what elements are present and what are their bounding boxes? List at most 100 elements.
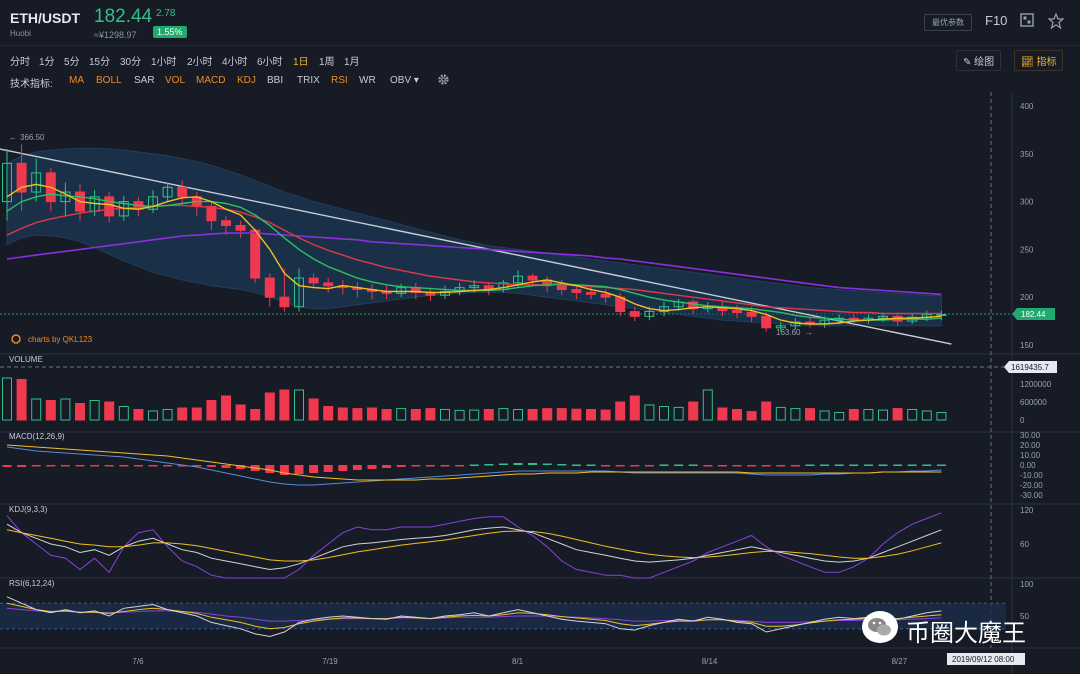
macd-histogram-bar	[571, 464, 581, 466]
macd-histogram-bar	[878, 464, 888, 466]
timeframe-tab-active[interactable]: 1日	[293, 53, 309, 68]
indicator-obv[interactable]: OBV ▾	[390, 75, 419, 86]
macd-histogram-bar	[396, 465, 406, 467]
macd-histogram-bar	[761, 465, 771, 467]
draw-button[interactable]: ✎ 绘图	[956, 50, 1002, 71]
volume-bar	[469, 409, 480, 421]
volume-bar	[191, 407, 202, 421]
macd-histogram-bar	[206, 465, 216, 467]
wechat-icon	[862, 611, 898, 643]
timeframe-tab[interactable]: 4小时	[222, 53, 248, 68]
high-arrow-icon: ←	[9, 133, 17, 142]
candle-body	[586, 291, 596, 295]
volume-axis-label: 600000	[1020, 398, 1047, 407]
indicator-ma[interactable]: MA	[69, 75, 84, 86]
volume-bar	[805, 408, 815, 421]
volume-bar	[45, 400, 56, 421]
volume-bar	[921, 410, 932, 421]
macd-histogram-bar	[805, 464, 815, 466]
timeframe-tab[interactable]: 1分	[39, 53, 55, 68]
volume-bar	[118, 406, 129, 421]
star-icon[interactable]	[1047, 12, 1065, 32]
indicator-rsi[interactable]: RSI	[331, 75, 348, 86]
kdj-panel	[6, 512, 942, 579]
macd-histogram-bar	[674, 464, 684, 466]
indicator-macd[interactable]: MACD	[196, 75, 225, 86]
low-arrow-icon: →	[805, 328, 813, 337]
candle-body	[746, 311, 757, 317]
macd-histogram-bar	[133, 465, 143, 467]
volume-bar	[206, 400, 217, 421]
chart-area[interactable]: 4003503002502001501800000120000060000003…	[0, 92, 1080, 674]
macd-histogram-bar	[863, 464, 873, 466]
indicator-wr[interactable]: WR	[359, 75, 376, 86]
timeframe-tab[interactable]: 1月	[344, 53, 360, 68]
volume-title: VOLUME	[9, 355, 43, 364]
indicator-kdj[interactable]: KDJ	[237, 75, 256, 86]
indicator-vol[interactable]: VOL	[165, 75, 185, 86]
timeframe-tab[interactable]: 1周	[319, 53, 335, 68]
macd-histogram-bar	[163, 465, 173, 467]
volume-bar	[352, 408, 363, 421]
volume-bar	[600, 409, 611, 421]
volume-bar	[337, 407, 348, 421]
timeframe-tab[interactable]: 15分	[89, 53, 110, 68]
price-axis-label: 150	[1020, 341, 1034, 350]
volume-bar	[790, 408, 801, 421]
volume-bar	[848, 409, 859, 421]
timeframe-tab[interactable]: 30分	[120, 53, 141, 68]
time-cursor-label: 2019/09/12 08:00	[952, 655, 1015, 664]
f10-button[interactable]: F10	[985, 13, 1007, 28]
macd-histogram-bar	[659, 464, 669, 466]
macd-histogram-bar	[922, 464, 932, 466]
indicator-button[interactable]: 📈︎ 指标	[1014, 50, 1064, 71]
fullscreen-icon[interactable]	[1020, 13, 1034, 30]
indicator-bar: 技术指标: MA BOLL SAR VOL MACD KDJ BBI TRIX …	[0, 70, 1080, 92]
indicator-bbi[interactable]: BBI	[267, 75, 283, 86]
volume-bar	[819, 410, 830, 421]
macd-axis-label: -20.00	[1020, 481, 1043, 490]
volume-bar	[221, 395, 231, 421]
volume-bar	[250, 409, 261, 421]
candle-body	[571, 289, 582, 293]
indicator-boll[interactable]: BOLL	[96, 75, 122, 86]
volume-bar	[425, 408, 436, 421]
volume-bar	[892, 408, 903, 421]
volume-bar	[878, 409, 888, 421]
macd-title: MACD(12,26,9)	[9, 432, 65, 441]
candle-body	[206, 205, 217, 222]
macd-histogram-bar	[265, 465, 275, 473]
volume-bar	[31, 398, 42, 421]
kdj-title: KDJ(9,3,3)	[9, 505, 48, 514]
optimal-params-button[interactable]: 最优参数	[924, 14, 972, 31]
timeframe-tab[interactable]: 1小时	[151, 53, 177, 68]
volume-bar	[775, 406, 786, 421]
timeframe-tab[interactable]: 5分	[64, 53, 80, 68]
pair-symbol[interactable]: ETH/USDT	[10, 10, 80, 26]
timeframe-tab[interactable]: 2小时	[187, 53, 213, 68]
indicator-sar[interactable]: SAR	[134, 75, 155, 86]
timeframe-tab[interactable]: 分时	[10, 53, 30, 68]
candle-body	[629, 311, 640, 317]
kdj-axis-label: 120	[1020, 506, 1034, 515]
volume-bar	[571, 408, 582, 421]
macd-histogram-bar	[90, 465, 100, 467]
volume-bar	[133, 409, 144, 421]
volume-bar	[16, 379, 27, 421]
macd-histogram-bar	[703, 465, 713, 467]
macd-histogram-bar	[615, 465, 625, 467]
macd-histogram-bar	[834, 464, 844, 466]
gear-icon[interactable]	[437, 73, 450, 89]
pencil-icon: ✎	[963, 57, 975, 68]
indicator-trix[interactable]: TRIX	[297, 75, 320, 86]
volume-bar	[513, 409, 523, 421]
candle-body	[279, 296, 290, 308]
macd-axis-label: 20.00	[1020, 441, 1041, 450]
macd-axis-label: 10.00	[1020, 451, 1041, 460]
volume-bar	[89, 400, 100, 421]
macd-histogram-bar	[411, 465, 421, 467]
volume-bar	[542, 408, 553, 421]
header: ETH/USDT Huobi 182.44 2.78 ≈¥1298.97 1.5…	[0, 0, 1080, 46]
timeframe-tab[interactable]: 6小时	[257, 53, 283, 68]
volume-bar	[936, 412, 947, 421]
